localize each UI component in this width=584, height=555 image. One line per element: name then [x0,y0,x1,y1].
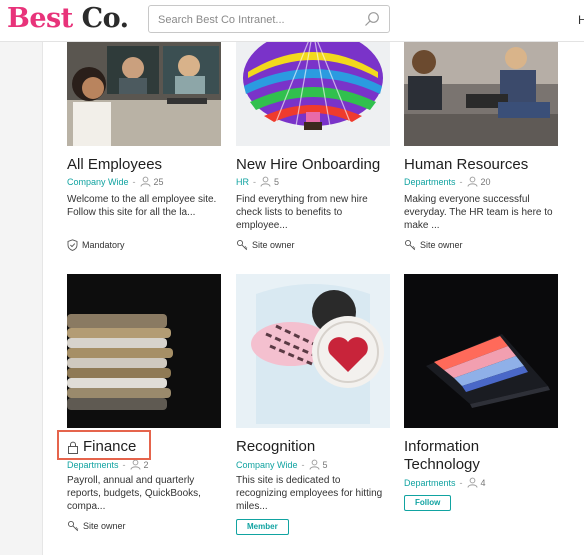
people-laptop-photo [404,42,558,146]
search-box[interactable] [148,5,390,33]
member-count: 5 [274,176,280,187]
site-title[interactable]: Recognition [236,438,315,456]
site-category[interactable]: Departments [67,460,119,470]
site-category[interactable]: Departments [404,177,456,187]
site-category[interactable]: Company Wide [236,460,298,470]
site-category[interactable]: Departments [404,478,456,488]
site-meta: Departments - 20 [404,176,491,187]
site-title[interactable]: New Hire Onboarding [236,156,380,174]
member-count: 4 [480,477,486,488]
logo-co: Co. [81,3,129,34]
member-count: 20 [480,176,491,187]
site-footer: Mandatory [67,239,125,251]
site-thumbnail [404,42,558,146]
left-rail [0,42,43,555]
meta-separator: - [301,459,305,470]
site-thumbnail [236,274,390,428]
member-count: 2 [143,459,149,470]
member-button[interactable]: Member [236,519,289,535]
person-icon [467,176,477,187]
site-footer: Site owner [404,239,463,251]
laptop-glow-photo [404,274,558,428]
site-meta: Departments - 4 [404,477,486,488]
site-card-finance[interactable]: Finance Departments - 2 Payroll, annual … [67,274,221,534]
meta-separator: - [132,176,136,187]
site-meta: Departments - 2 [67,459,149,470]
truncated-nav-text[interactable]: H [578,13,584,27]
site-meta: Company Wide - 5 [236,459,328,470]
meta-separator: - [122,459,126,470]
site-card-recognition[interactable]: Recognition Company Wide - 5 This site i… [236,274,390,536]
site-footer: Site owner [67,520,126,532]
site-category[interactable]: Company Wide [67,177,129,187]
key-icon [236,239,248,251]
site-thumbnail [67,42,221,146]
site-meta: HR - 5 [236,176,279,187]
site-meta: Company Wide - 25 [67,176,164,187]
heart-button-jar-photo [236,274,390,428]
highlight-box [57,430,151,460]
site-card-information-technology[interactable]: Information Technology Departments - 4 F… [404,274,558,516]
meta-separator: - [253,176,256,187]
site-description: This site is dedicated to recognizing em… [236,475,383,512]
person-icon [309,459,319,470]
member-count: 5 [322,459,328,470]
site-footer: Site owner [236,239,295,251]
site-title[interactable]: Information Technology [404,438,558,474]
site-card-new-hire-onboarding[interactable]: New Hire Onboarding HR - 5 Find everythi… [236,42,390,257]
shield-check-icon [67,239,78,251]
brand-logo[interactable]: Best Co. [7,3,129,34]
site-description: Payroll, annual and quarterly reports, b… [67,475,201,512]
search-input[interactable] [158,11,358,28]
site-title[interactable]: All Employees [67,156,162,174]
site-thumbnail [67,274,221,428]
footer-label: Site owner [83,521,126,531]
footer-label: Site owner [252,240,295,250]
logo-best: Best [7,3,73,34]
follow-button[interactable]: Follow [404,495,452,511]
site-description: Find everything from new hire check list… [236,194,368,231]
video-call-photo [67,42,221,146]
footer-label: Site owner [420,240,463,250]
site-title[interactable]: Human Resources [404,156,528,174]
coin-stack-photo [67,274,221,428]
site-card-all-employees[interactable]: All Employees Company Wide - 25 Welcome … [67,42,221,257]
site-thumbnail [404,274,558,428]
site-card-human-resources[interactable]: Human Resources Departments - 20 Making … [404,42,558,257]
meta-separator: - [459,477,463,488]
site-thumbnail [236,42,390,146]
key-icon [404,239,416,251]
key-icon [67,520,79,532]
meta-separator: - [459,176,463,187]
member-count: 25 [153,176,164,187]
person-icon [260,176,271,187]
search-icon[interactable] [364,11,380,27]
site-category[interactable]: HR [236,177,249,187]
footer-label: Mandatory [82,240,125,250]
site-description: Welcome to the all employee site. Follow… [67,194,217,218]
person-icon [467,477,477,488]
person-icon [130,459,140,470]
person-icon [140,176,150,187]
hot-air-balloon-photo [236,42,390,146]
top-bar: Best Co. H [0,0,584,42]
site-description: Making everyone successful everyday. The… [404,194,553,231]
